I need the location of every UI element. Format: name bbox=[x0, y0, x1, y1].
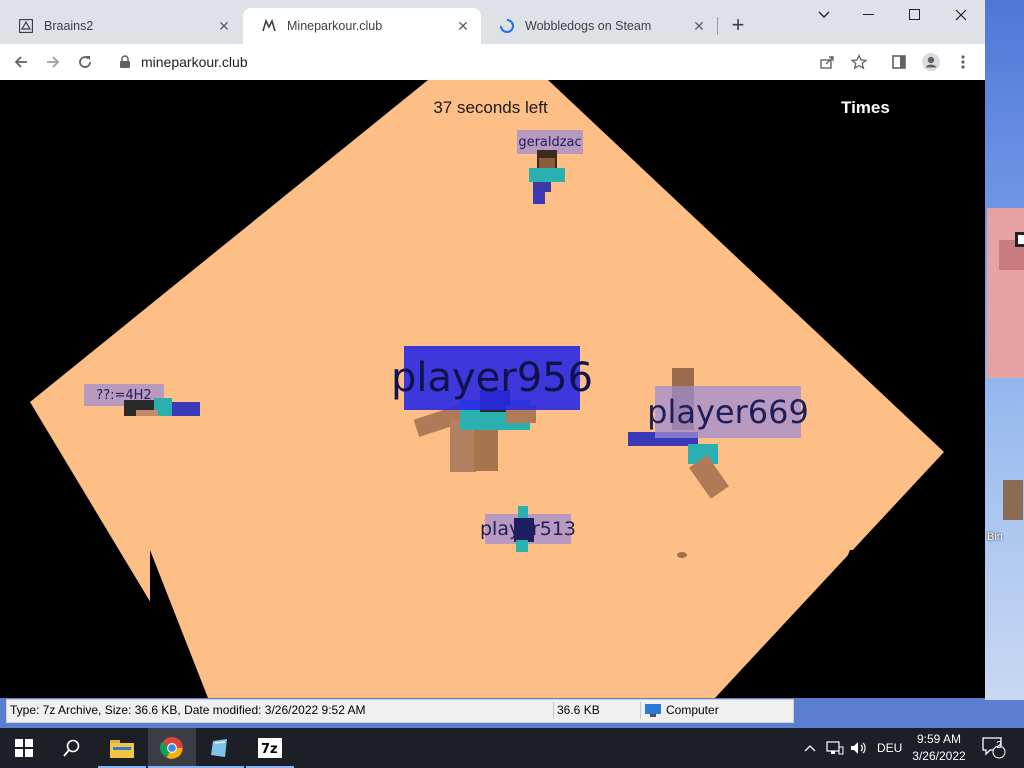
show-hidden-icons-chevron-icon[interactable] bbox=[804, 728, 816, 768]
close-icon[interactable]: ✕ bbox=[214, 16, 234, 36]
file-explorer-icon[interactable] bbox=[98, 728, 146, 768]
desktop-wallpaper-pig-eye bbox=[1015, 232, 1024, 247]
time-remaining: 37 seconds left bbox=[433, 98, 548, 117]
tab-separator bbox=[717, 17, 718, 35]
tab-title: Wobbledogs on Steam bbox=[525, 19, 652, 33]
close-icon[interactable]: ✕ bbox=[689, 16, 709, 36]
reload-icon[interactable] bbox=[73, 50, 97, 74]
player-avatar[interactable] bbox=[122, 392, 204, 427]
mineparkour-favicon bbox=[261, 18, 277, 34]
browser-toolbar: mineparkour.club bbox=[0, 44, 985, 81]
minimize-icon[interactable] bbox=[846, 0, 892, 30]
search-icon[interactable] bbox=[48, 728, 96, 768]
kebab-menu-icon[interactable] bbox=[951, 50, 975, 74]
notepad-app-icon[interactable] bbox=[196, 728, 244, 768]
lock-icon[interactable] bbox=[119, 55, 133, 69]
game-canvas[interactable]: 37 seconds left Times geraldzac ??:=4H2 bbox=[0, 80, 985, 698]
window-close-icon[interactable] bbox=[938, 0, 984, 30]
player-avatar[interactable] bbox=[527, 150, 567, 211]
status-divider bbox=[553, 702, 554, 719]
bookmark-star-icon[interactable] bbox=[847, 50, 871, 74]
tab-strip: Braains2 ✕ Mineparkour.club ✕ Wobbledogs… bbox=[0, 0, 985, 44]
7zip-app-icon[interactable]: 7z bbox=[246, 728, 294, 768]
status-divider bbox=[640, 702, 641, 719]
maximize-icon[interactable] bbox=[892, 0, 938, 30]
recycle-bin-label[interactable]: Bin bbox=[987, 531, 1003, 543]
address-bar[interactable]: mineparkour.club bbox=[111, 48, 846, 76]
player-avatar[interactable] bbox=[512, 504, 536, 559]
tab-wobbledogs[interactable]: Wobbledogs on Steam ✕ bbox=[481, 8, 717, 44]
clock-time: 9:59 AM bbox=[916, 732, 962, 746]
share-icon[interactable] bbox=[815, 50, 839, 74]
forward-arrow-icon[interactable] bbox=[41, 50, 65, 74]
tab-title: Mineparkour.club bbox=[287, 19, 383, 33]
volume-icon[interactable] bbox=[850, 728, 868, 768]
profile-avatar-icon[interactable] bbox=[919, 50, 943, 74]
new-tab-plus-icon[interactable]: + bbox=[727, 14, 749, 36]
taskbar: 7z DEU 9:59 AM 3/26/2022 2 bbox=[0, 728, 1024, 768]
network-icon[interactable] bbox=[826, 728, 844, 768]
close-icon[interactable]: ✕ bbox=[453, 16, 473, 36]
url-text: mineparkour.club bbox=[141, 54, 248, 70]
times-label[interactable]: Times bbox=[841, 98, 890, 118]
desktop-background: Bin bbox=[985, 0, 1024, 700]
computer-icon bbox=[645, 703, 661, 717]
svg-text:7z: 7z bbox=[261, 742, 278, 757]
side-panel-icon[interactable] bbox=[887, 50, 911, 74]
explorer-status-bar: Type: 7z Archive, Size: 36.6 KB, Date mo… bbox=[6, 699, 794, 723]
desktop-wallpaper-block bbox=[1003, 480, 1023, 520]
tab-search-chevron-icon[interactable] bbox=[801, 0, 847, 30]
windows-start-icon[interactable] bbox=[0, 728, 48, 768]
notification-count: 2 bbox=[996, 740, 1002, 751]
chrome-icon[interactable] bbox=[148, 728, 196, 768]
notifications-icon[interactable]: 2 bbox=[982, 728, 1008, 768]
tab-braains2[interactable]: Braains2 ✕ bbox=[0, 8, 242, 44]
tab-title: Braains2 bbox=[44, 19, 94, 33]
back-arrow-icon[interactable] bbox=[9, 50, 33, 74]
player-nametag: player669 bbox=[647, 386, 809, 438]
tab-mineparkour[interactable]: Mineparkour.club ✕ bbox=[243, 8, 481, 44]
clock-date: 3/26/2022 bbox=[912, 749, 966, 763]
system-clock[interactable]: 9:59 AM 3/26/2022 bbox=[898, 731, 980, 765]
location-zone: Computer bbox=[645, 703, 719, 717]
browser-window: Braains2 ✕ Mineparkour.club ✕ Wobbledogs… bbox=[0, 0, 985, 698]
loading-spinner-icon bbox=[499, 18, 515, 34]
selected-file-info: Type: 7z Archive, Size: 36.6 KB, Date mo… bbox=[10, 703, 366, 717]
unity-icon bbox=[18, 18, 34, 34]
location-label: Computer bbox=[666, 703, 719, 717]
selected-file-size: 36.6 KB bbox=[557, 703, 600, 717]
player-nametag: player956 bbox=[391, 346, 593, 410]
